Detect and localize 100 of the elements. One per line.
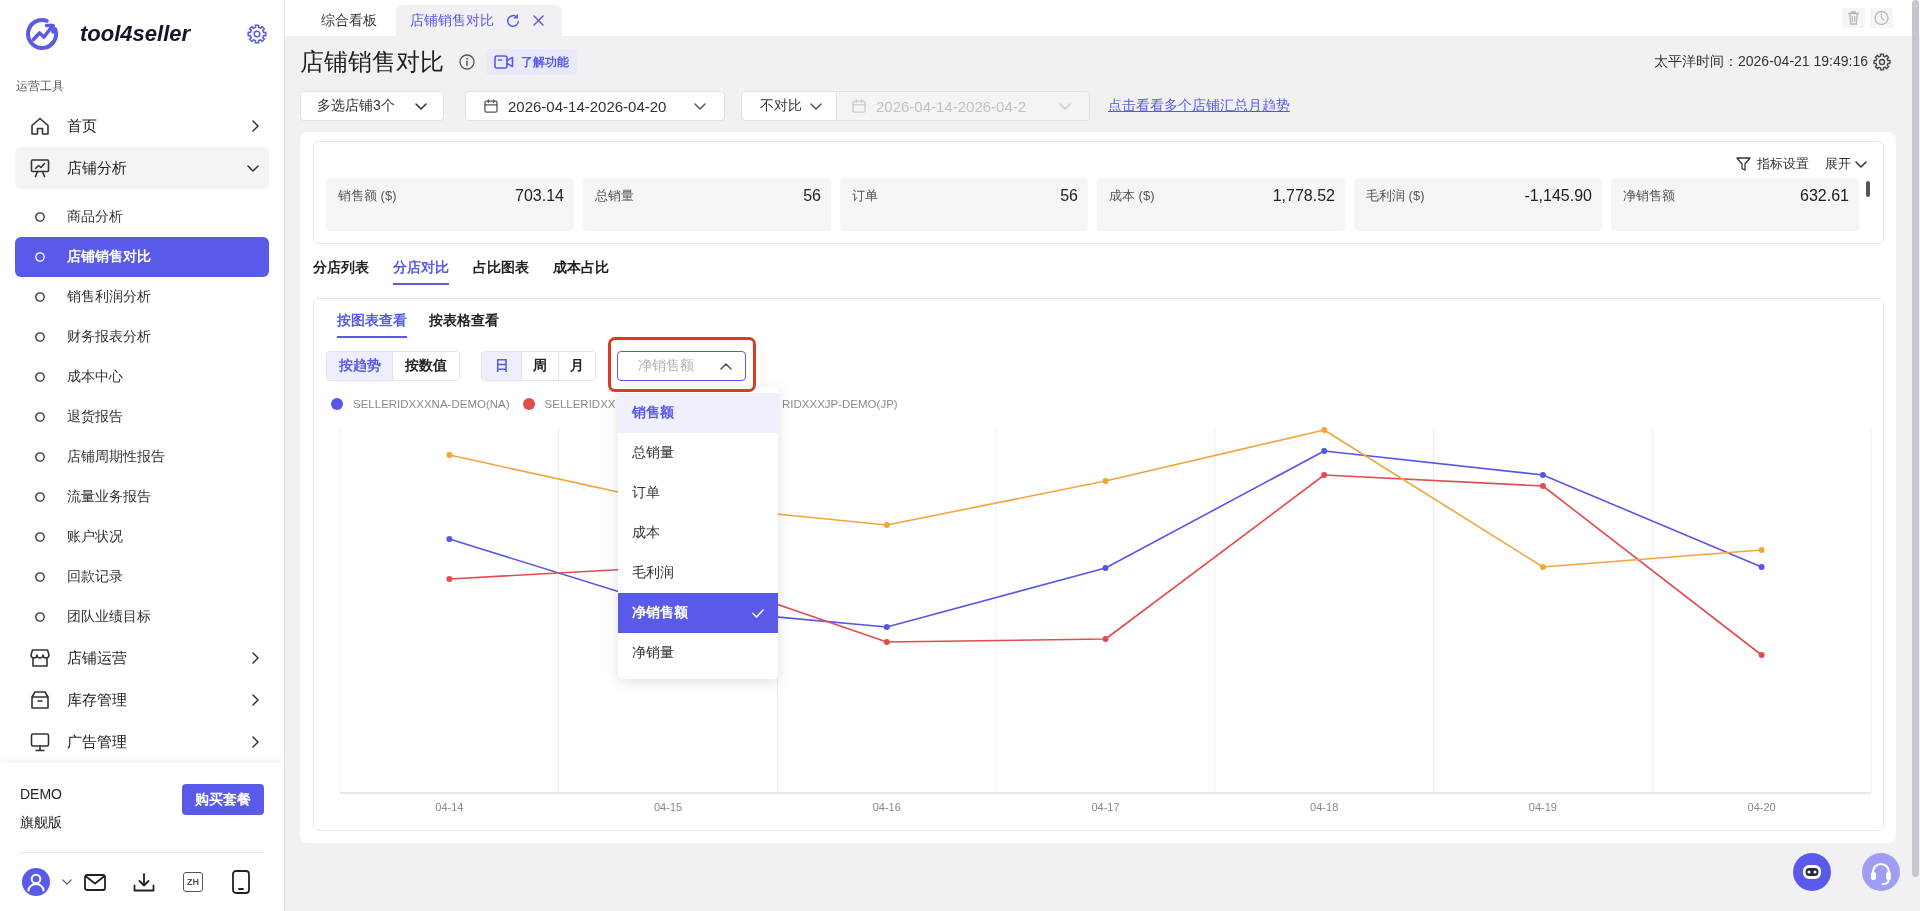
chevron-right-icon <box>252 652 259 664</box>
tab[interactable]: 占比图表 <box>473 252 529 285</box>
dropdown-option[interactable]: 毛利润 <box>618 553 778 593</box>
submenu-item[interactable]: 团队业绩目标 <box>15 597 269 637</box>
data-point <box>1539 472 1546 478</box>
legend-label: RIDXXXJP-DEMO(JP) <box>782 398 898 410</box>
tab[interactable]: 按图表查看 <box>337 306 407 338</box>
metric-value: 632.61 <box>1800 186 1849 206</box>
close-icon[interactable] <box>533 15 544 26</box>
time-label: 太平洋时间：2026-04-21 19:49:16 <box>1654 53 1868 71</box>
submenu-item[interactable]: 财务报表分析 <box>15 317 269 357</box>
dropdown-option[interactable]: 订单 <box>618 473 778 513</box>
dropdown-option[interactable]: 净销量 <box>618 633 778 673</box>
segment-button[interactable]: 日 <box>482 352 521 380</box>
menu-item[interactable]: 首页 <box>15 105 269 147</box>
submenu-item[interactable]: 回款记录 <box>15 557 269 597</box>
data-point <box>1539 483 1546 489</box>
segment-button[interactable]: 月 <box>558 352 595 380</box>
robot-icon[interactable] <box>1793 853 1831 891</box>
language-button[interactable]: ZH <box>183 872 203 892</box>
brand-name: tool4seller <box>80 21 191 47</box>
metric-label: 成本 ($) <box>1109 187 1155 205</box>
data-point <box>1321 448 1328 454</box>
tab[interactable]: 店铺销售对比 <box>396 5 562 36</box>
menu-item[interactable]: 广告管理 <box>15 721 269 763</box>
submenu-item[interactable]: 流量业务报告 <box>15 477 269 517</box>
data-point <box>1758 547 1765 553</box>
segment-button[interactable]: 按趋势 <box>327 352 392 380</box>
dropdown-option[interactable]: 总销量 <box>618 433 778 473</box>
tab[interactable]: 综合看板 <box>305 5 393 36</box>
plan-label: 旗舰版 <box>20 813 62 832</box>
metric-settings-button[interactable]: 指标设置 <box>1736 155 1809 173</box>
data-point <box>1758 564 1765 570</box>
expand-button[interactable]: 展开 <box>1825 155 1867 173</box>
data-point <box>1321 472 1328 478</box>
submenu-item[interactable]: 店铺周期性报告 <box>15 437 269 477</box>
chevron-down-icon <box>1059 102 1071 110</box>
download-icon[interactable] <box>133 872 155 892</box>
scrollbar[interactable] <box>1912 0 1919 877</box>
chevron-down-icon <box>694 102 706 110</box>
monitor-icon <box>30 732 50 752</box>
phone-icon[interactable] <box>232 870 250 894</box>
calendar-icon <box>852 99 866 113</box>
mail-icon[interactable] <box>84 873 106 891</box>
tab[interactable]: 分店列表 <box>313 252 369 285</box>
chevron-down-icon <box>1855 160 1867 168</box>
data-point <box>1321 427 1328 433</box>
info-icon <box>459 54 475 70</box>
submenu-item[interactable]: 成本中心 <box>15 357 269 397</box>
metric-label: 销售额 ($) <box>338 187 397 205</box>
chevron-down-icon <box>415 102 427 110</box>
compare-select[interactable]: 不对比 <box>741 91 837 121</box>
dropdown-option[interactable]: 成本 <box>618 513 778 553</box>
metric-label: 净销售额 <box>1623 187 1675 205</box>
data-point <box>446 576 453 582</box>
tab[interactable]: 分店对比 <box>393 252 449 285</box>
refresh-icon[interactable] <box>506 13 520 28</box>
chevron-right-icon <box>252 694 259 706</box>
legend-label: SELLERIDXXXNA-DEMO(NA) <box>353 398 510 410</box>
dropdown-option[interactable]: 净销售额 <box>618 593 778 633</box>
submenu-item[interactable]: 销售利润分析 <box>15 277 269 317</box>
store-select[interactable]: 多选店铺3个 <box>300 91 444 121</box>
ring-icon <box>35 572 45 582</box>
segment-button[interactable]: 按数值 <box>392 352 459 380</box>
dropdown-option[interactable]: 销售额 <box>618 393 778 433</box>
ring-icon <box>35 292 45 302</box>
chevron-right-icon <box>252 120 259 132</box>
page-title: 店铺销售对比 <box>300 47 444 77</box>
submenu-item[interactable]: 退货报告 <box>15 397 269 437</box>
avatar-icon[interactable] <box>22 868 50 896</box>
submenu-item[interactable]: 店铺销售对比 <box>15 237 269 277</box>
box-icon <box>30 690 50 710</box>
buy-plan-button[interactable]: 购买套餐 <box>182 784 264 815</box>
summary-link[interactable]: 点击看看多个店铺汇总月趋势 <box>1108 97 1290 115</box>
calendar-icon <box>484 99 498 113</box>
x-axis-label: 04-18 <box>1310 801 1339 813</box>
menu-item[interactable]: 店铺运营 <box>15 637 269 679</box>
gear-icon[interactable] <box>1873 53 1891 71</box>
metric-label: 总销量 <box>595 187 634 205</box>
ring-icon <box>35 492 45 502</box>
submenu-item[interactable]: 账户状况 <box>15 517 269 557</box>
ring-icon <box>35 372 45 382</box>
metric-value: -1,145.90 <box>1524 186 1592 206</box>
caret-down-icon <box>62 879 72 885</box>
menu-item[interactable]: 店铺分析 <box>15 147 269 189</box>
account-name: DEMO <box>20 785 62 804</box>
metric-value: 56 <box>1060 186 1078 206</box>
logo-icon <box>24 16 60 52</box>
x-axis-label: 04-16 <box>872 801 901 813</box>
tab[interactable]: 按表格查看 <box>429 306 499 338</box>
submenu-item[interactable]: 商品分析 <box>15 197 269 237</box>
scrollbar-thumb[interactable] <box>1866 181 1870 197</box>
date-range-field[interactable]: 2026-04-14-2026-04-20 <box>465 91 725 121</box>
metric-label: 毛利润 ($) <box>1366 187 1425 205</box>
menu-item[interactable]: 库存管理 <box>15 679 269 721</box>
gear-icon[interactable] <box>247 24 267 44</box>
tab[interactable]: 成本占比 <box>553 252 609 285</box>
feature-button[interactable]: 了解功能 <box>486 49 577 75</box>
ring-icon <box>35 252 45 262</box>
video-icon <box>494 55 514 69</box>
